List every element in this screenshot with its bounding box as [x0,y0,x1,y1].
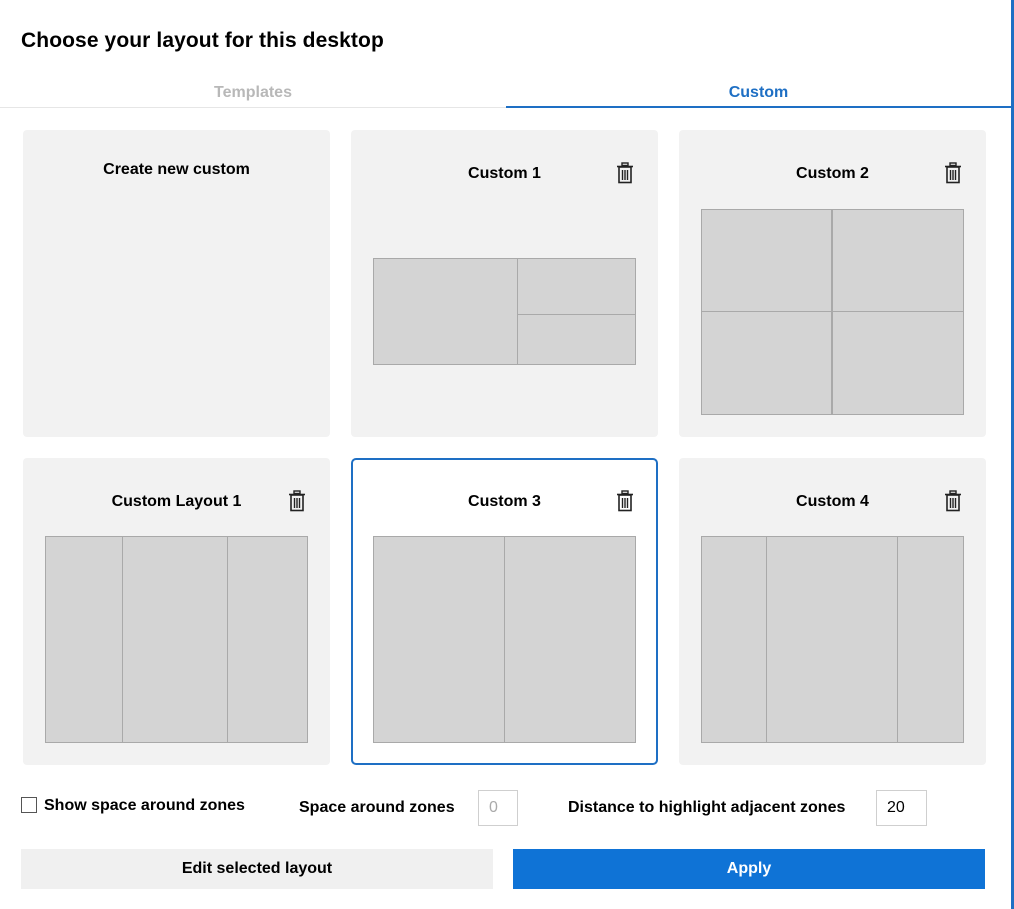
zone [122,536,228,743]
zone [766,536,898,743]
zone [832,209,964,312]
distance-highlight-input[interactable]: 20 [876,790,927,826]
zone [227,536,308,743]
zone [373,258,518,365]
layout-preview [701,536,964,743]
layout-card-custom-1[interactable]: Custom 1 [351,130,658,437]
tab-templates[interactable]: Templates [0,82,506,108]
trash-icon[interactable] [944,162,962,184]
trash-icon[interactable] [616,490,634,512]
layout-card-custom-4[interactable]: Custom 4 [679,458,986,765]
card-title: Custom 3 [468,493,541,510]
layout-preview [701,209,964,415]
card-title: Create new custom [103,161,250,178]
layout-card-custom-3[interactable]: Custom 3 [351,458,658,765]
layout-card-custom-layout-1[interactable]: Custom Layout 1 [23,458,330,765]
layout-preview [373,258,636,365]
card-title: Custom Layout 1 [111,493,242,510]
layout-preview [45,536,308,743]
layout-card-custom-2[interactable]: Custom 2 [679,130,986,437]
page-title: Choose your layout for this desktop [21,29,384,52]
zone [373,536,505,743]
show-space-checkbox[interactable] [21,797,37,813]
zone [897,536,964,743]
zone [701,311,832,415]
distance-highlight-label: Distance to highlight adjacent zones [568,799,846,816]
edit-selected-layout-button[interactable]: Edit selected layout [21,849,493,889]
card-title: Custom 4 [796,493,869,510]
card-title: Custom 2 [796,165,869,182]
zone [45,536,123,743]
zone [701,536,767,743]
create-new-custom-card[interactable]: Create new custom [23,130,330,437]
space-around-zones-input[interactable]: 0 [478,790,518,826]
zone [504,536,636,743]
show-space-label: Show space around zones [44,797,245,814]
space-around-zones-label: Space around zones [299,799,455,816]
trash-icon[interactable] [616,162,634,184]
zone [832,311,964,415]
layout-preview [373,536,636,743]
zone [517,258,636,315]
tab-custom[interactable]: Custom [506,82,1011,108]
card-title: Custom 1 [468,165,541,182]
zone [701,209,832,312]
trash-icon[interactable] [288,490,306,512]
apply-button[interactable]: Apply [513,849,985,889]
trash-icon[interactable] [944,490,962,512]
zone [517,314,636,365]
